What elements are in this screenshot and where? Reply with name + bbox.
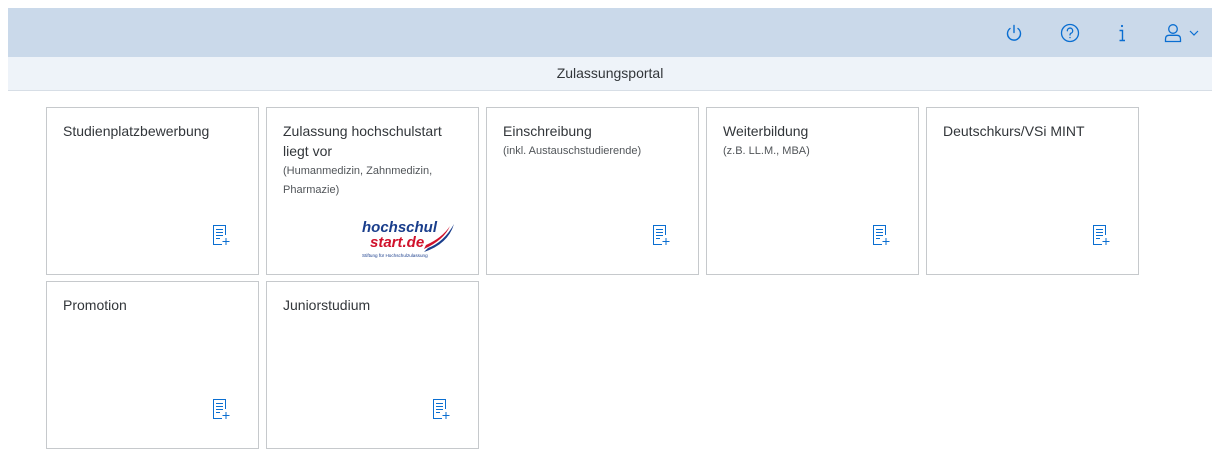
tile-deutschkurs[interactable]: Deutschkurs/VSi MINT — [926, 107, 1139, 275]
logo-line2: start.de — [370, 234, 424, 251]
tile-promotion[interactable]: Promotion — [46, 281, 259, 449]
page-title: Zulassungsportal — [8, 57, 1212, 91]
tile-subtitle: (inkl. Austauschstudierende) — [503, 145, 642, 157]
tile-title: Zulassung hochschulstart liegt vor — [283, 123, 442, 159]
info-icon[interactable] — [1111, 22, 1133, 44]
tile-einschreibung[interactable]: Einschreibung (inkl. Austauschstudierend… — [486, 107, 699, 275]
tile-title: Studienplatzbewerbung — [63, 123, 210, 139]
logo-tagline: Stiftung für Hochschulzulassung — [362, 253, 428, 258]
form-add-icon — [872, 224, 890, 246]
tile-title: Deutschkurs/VSi MINT — [943, 123, 1085, 139]
help-icon[interactable] — [1059, 22, 1081, 44]
form-add-icon — [652, 224, 670, 246]
tile-weiterbildung[interactable]: Weiterbildung (z.B. LL.M., MBA) — [706, 107, 919, 275]
tile-title: Promotion — [63, 297, 127, 313]
chevron-down-icon — [1189, 30, 1199, 36]
hochschulstart-logo: hochschul start.de Stiftung für Hochschu… — [362, 219, 454, 258]
tile-title: Einschreibung — [503, 123, 592, 139]
tile-subtitle: (Humanmedizin, Zahnmedizin, Pharmazie) — [283, 165, 433, 196]
power-icon[interactable] — [1003, 22, 1025, 44]
user-icon[interactable] — [1163, 22, 1209, 44]
form-add-icon — [212, 398, 230, 420]
tile-juniorstudium[interactable]: Juniorstudium — [266, 281, 479, 449]
form-add-icon — [212, 224, 230, 246]
tile-zulassung-hochschulstart[interactable]: Zulassung hochschulstart liegt vor (Huma… — [266, 107, 479, 275]
shell-header — [8, 8, 1212, 57]
form-add-icon — [1092, 224, 1110, 246]
tile-title: Weiterbildung — [723, 123, 809, 139]
tile-subtitle: (z.B. LL.M., MBA) — [723, 145, 810, 157]
tile-title: Juniorstudium — [283, 297, 371, 313]
form-add-icon — [432, 398, 450, 420]
tile-studienplatzbewerbung[interactable]: Studienplatzbewerbung — [46, 107, 259, 275]
